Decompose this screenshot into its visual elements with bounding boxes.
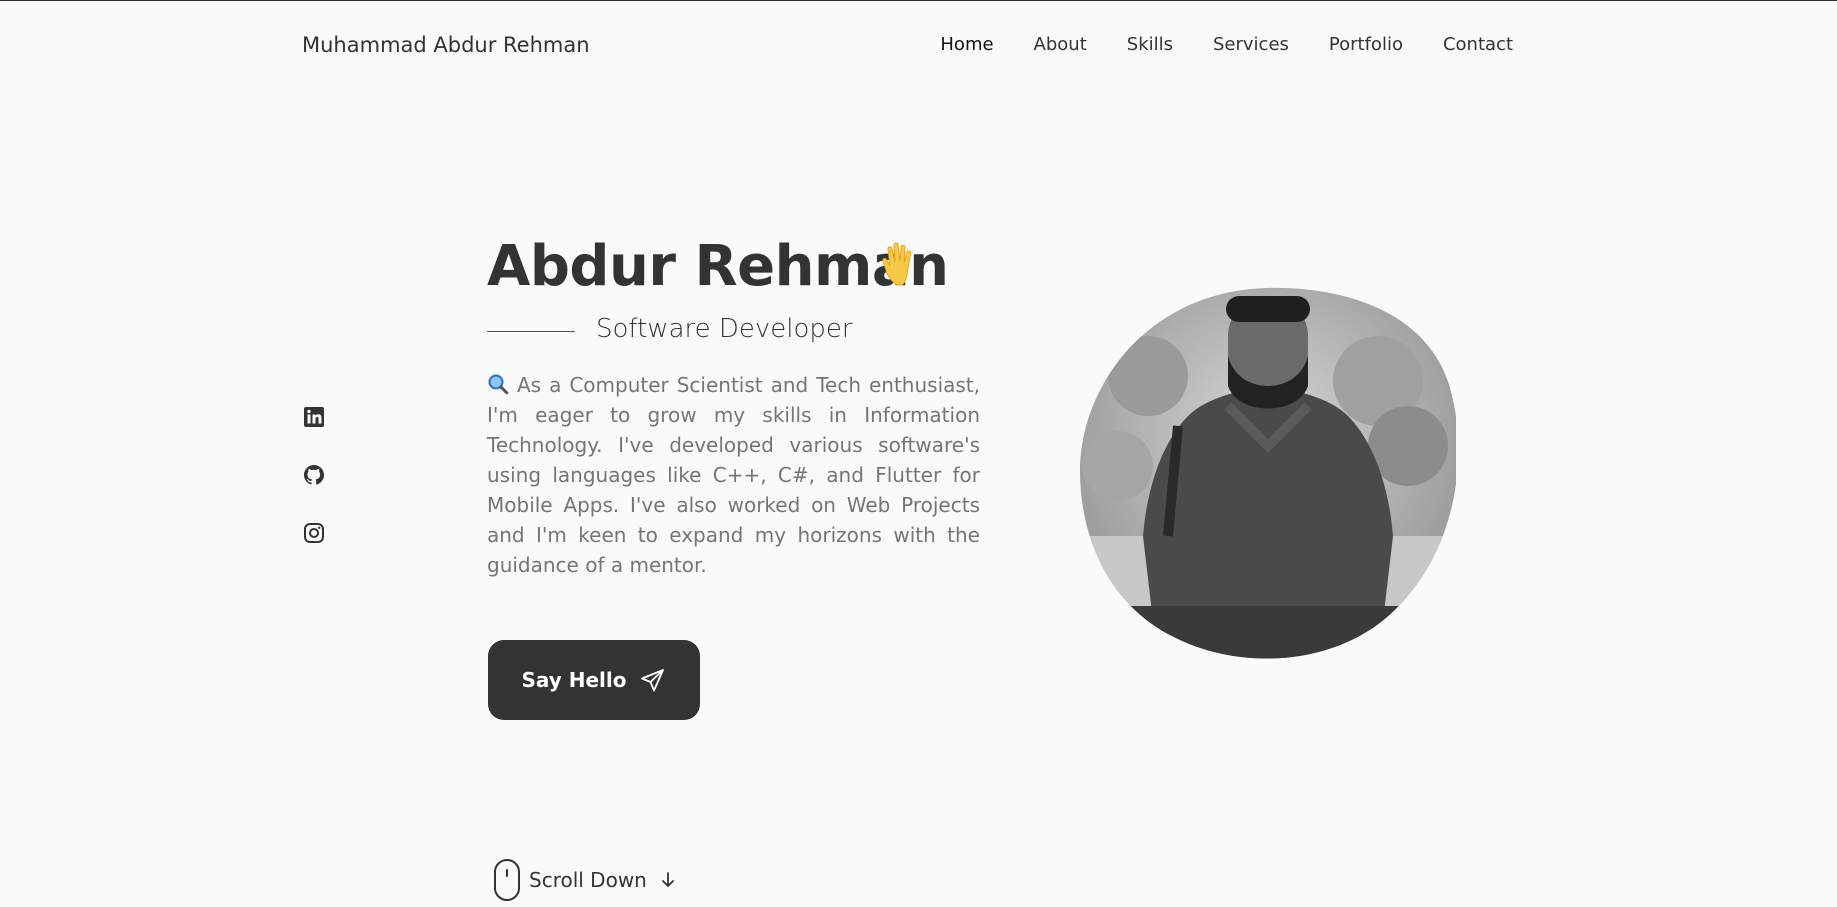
subtitle-divider (487, 331, 575, 332)
nav-skills[interactable]: Skills (1127, 34, 1173, 55)
nav-contact[interactable]: Contact (1443, 34, 1513, 55)
say-hello-button[interactable]: Say Hello (488, 640, 700, 720)
send-icon (640, 669, 664, 692)
scroll-down-link[interactable]: Scroll Down (493, 858, 677, 902)
instagram-icon[interactable] (302, 521, 328, 547)
nav-portfolio[interactable]: Portfolio (1329, 34, 1403, 55)
nav-about[interactable]: About (1034, 34, 1087, 55)
github-icon[interactable] (302, 463, 328, 489)
social-links (302, 405, 328, 579)
arrow-down-icon (661, 872, 674, 887)
linkedin-icon[interactable] (302, 405, 328, 431)
hero-description-text: As a Computer Scientist and Tech enthusi… (487, 373, 980, 577)
nav-services[interactable]: Services (1213, 34, 1289, 55)
hero-subtitle: Software Developer (596, 314, 853, 344)
main-nav: Home About Skills Services Portfolio Con… (940, 34, 1513, 55)
waving-hand-icon (878, 238, 930, 290)
scroll-down-label: Scroll Down (529, 868, 647, 892)
nav-home[interactable]: Home (940, 34, 993, 55)
say-hello-label: Say Hello (521, 668, 627, 692)
profile-photo (1078, 286, 1456, 664)
hero-description: As a Computer Scientist and Tech enthusi… (487, 370, 980, 580)
magnifying-glass-icon (487, 373, 509, 395)
site-logo[interactable]: Muhammad Abdur Rehman (302, 33, 590, 57)
site-header: Muhammad Abdur Rehman Home About Skills … (0, 0, 1837, 92)
mouse-icon (494, 859, 520, 901)
